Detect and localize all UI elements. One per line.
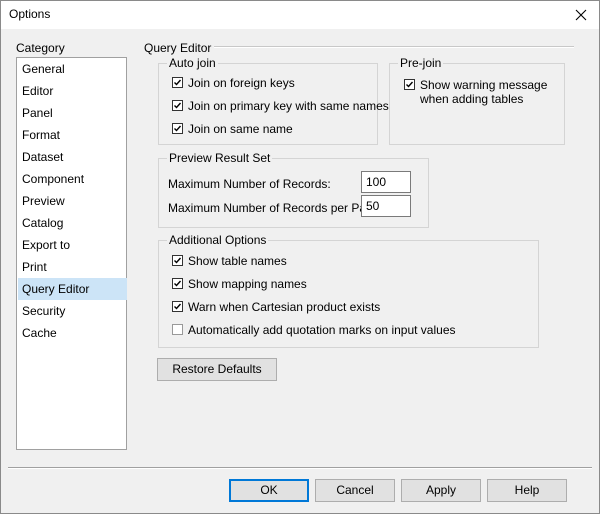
preview-result-set-group: Preview Result Set (158, 151, 429, 228)
cancel-button[interactable]: Cancel (315, 479, 395, 502)
checkmark-icon (174, 280, 182, 287)
checkbox-label: Warn when Cartesian product exists (188, 300, 381, 314)
title-bar: Options (1, 1, 599, 29)
show-mapping-names-checkbox[interactable]: Show mapping names (172, 277, 307, 291)
checkbox-label: Show mapping names (188, 277, 307, 291)
category-item-dataset[interactable]: Dataset (18, 146, 127, 168)
category-item-catalog[interactable]: Catalog (18, 212, 127, 234)
join-foreign-keys-checkbox[interactable]: Join on foreign keys (172, 76, 295, 90)
checkbox-box[interactable] (172, 77, 183, 88)
category-item-query-editor[interactable]: Query Editor (18, 278, 127, 300)
max-records-input[interactable]: 100 (361, 171, 411, 193)
show-table-names-checkbox[interactable]: Show table names (172, 254, 287, 268)
section-title: Query Editor (144, 41, 212, 55)
checkmark-icon (174, 125, 182, 132)
show-warning-checkbox[interactable]: Show warning message when adding tables (404, 78, 547, 106)
category-item-editor[interactable]: Editor (18, 80, 127, 102)
label-line-2: when adding tables (420, 92, 524, 106)
checkbox-label: Join on foreign keys (188, 76, 295, 90)
checkbox-box[interactable] (172, 301, 183, 312)
checkmark-icon (174, 257, 182, 264)
ok-button[interactable]: OK (229, 479, 309, 502)
checkmark-icon (174, 102, 182, 109)
checkbox-box[interactable] (172, 324, 183, 335)
checkmark-icon (174, 303, 182, 310)
pre-join-label: Pre-join (398, 56, 444, 70)
close-button[interactable] (569, 4, 593, 26)
category-item-general[interactable]: General (18, 58, 127, 80)
category-item-print[interactable]: Print (18, 256, 127, 278)
category-item-preview[interactable]: Preview (18, 190, 127, 212)
window-title: Options (9, 7, 51, 21)
preview-result-set-label: Preview Result Set (167, 151, 273, 165)
checkbox-box[interactable] (172, 100, 183, 111)
help-button[interactable]: Help (487, 479, 567, 502)
checkmark-icon (406, 81, 414, 88)
checkbox-label: Show table names (188, 254, 287, 268)
warn-cartesian-checkbox[interactable]: Warn when Cartesian product exists (172, 300, 380, 314)
section-divider (214, 46, 574, 48)
category-item-panel[interactable]: Panel (18, 102, 127, 124)
restore-defaults-button[interactable]: Restore Defaults (157, 358, 277, 381)
max-per-page-label: Maximum Number of Records per Page: (168, 201, 383, 215)
checkbox-box[interactable] (172, 255, 183, 266)
max-records-label: Maximum Number of Records: (168, 177, 331, 191)
auto-quotation-checkbox[interactable]: Automatically add quotation marks on inp… (172, 323, 456, 337)
checkbox-label: Show warning message when adding tables (420, 78, 547, 106)
checkbox-box[interactable] (172, 278, 183, 289)
checkmark-icon (174, 79, 182, 86)
category-item-component[interactable]: Component (18, 168, 127, 190)
category-list[interactable]: General Editor Panel Format Dataset Comp… (16, 57, 127, 450)
bottom-divider (8, 467, 592, 469)
label-line-1: Show warning message (420, 78, 548, 92)
category-item-export-to[interactable]: Export to (18, 234, 127, 256)
checkbox-box[interactable] (404, 79, 415, 90)
category-item-format[interactable]: Format (18, 124, 127, 146)
checkbox-box[interactable] (172, 123, 183, 134)
category-label: Category (16, 41, 65, 55)
auto-join-label: Auto join (167, 56, 218, 70)
category-item-cache[interactable]: Cache (18, 322, 127, 344)
checkbox-label: Join on same name (188, 122, 293, 136)
additional-options-label: Additional Options (167, 233, 269, 247)
close-icon (575, 9, 587, 21)
apply-button[interactable]: Apply (401, 479, 481, 502)
join-primary-key-checkbox[interactable]: Join on primary key with same names (172, 99, 389, 113)
category-item-security[interactable]: Security (18, 300, 127, 322)
options-dialog: Options Category General Editor Panel Fo… (0, 0, 600, 514)
checkbox-label: Join on primary key with same names (188, 99, 389, 113)
checkbox-label: Automatically add quotation marks on inp… (188, 323, 456, 337)
join-same-name-checkbox[interactable]: Join on same name (172, 122, 293, 136)
max-per-page-input[interactable]: 50 (361, 195, 411, 217)
